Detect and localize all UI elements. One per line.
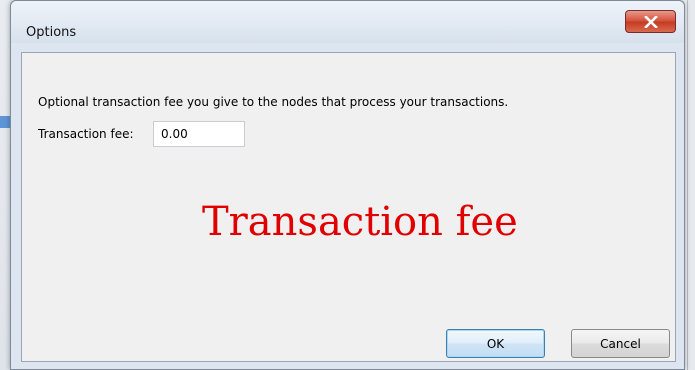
ok-button[interactable]: OK bbox=[446, 329, 545, 358]
cancel-button[interactable]: Cancel bbox=[571, 329, 670, 358]
transaction-fee-input[interactable] bbox=[153, 121, 245, 147]
close-button[interactable] bbox=[625, 10, 676, 33]
background-accent-marker bbox=[0, 116, 10, 128]
fee-label: Transaction fee: bbox=[38, 127, 134, 141]
dialog-client-area: Optional transaction fee you give to the… bbox=[21, 52, 676, 362]
background-scrollbar-edge bbox=[687, 0, 695, 370]
options-dialog: Options Optional transaction fee you giv… bbox=[10, 0, 685, 370]
fee-description: Optional transaction fee you give to the… bbox=[38, 95, 509, 109]
dialog-titlebar[interactable]: Options bbox=[11, 1, 684, 43]
annotation-text: Transaction fee bbox=[202, 199, 518, 245]
close-icon bbox=[643, 15, 658, 28]
dialog-title: Options bbox=[26, 25, 77, 40]
